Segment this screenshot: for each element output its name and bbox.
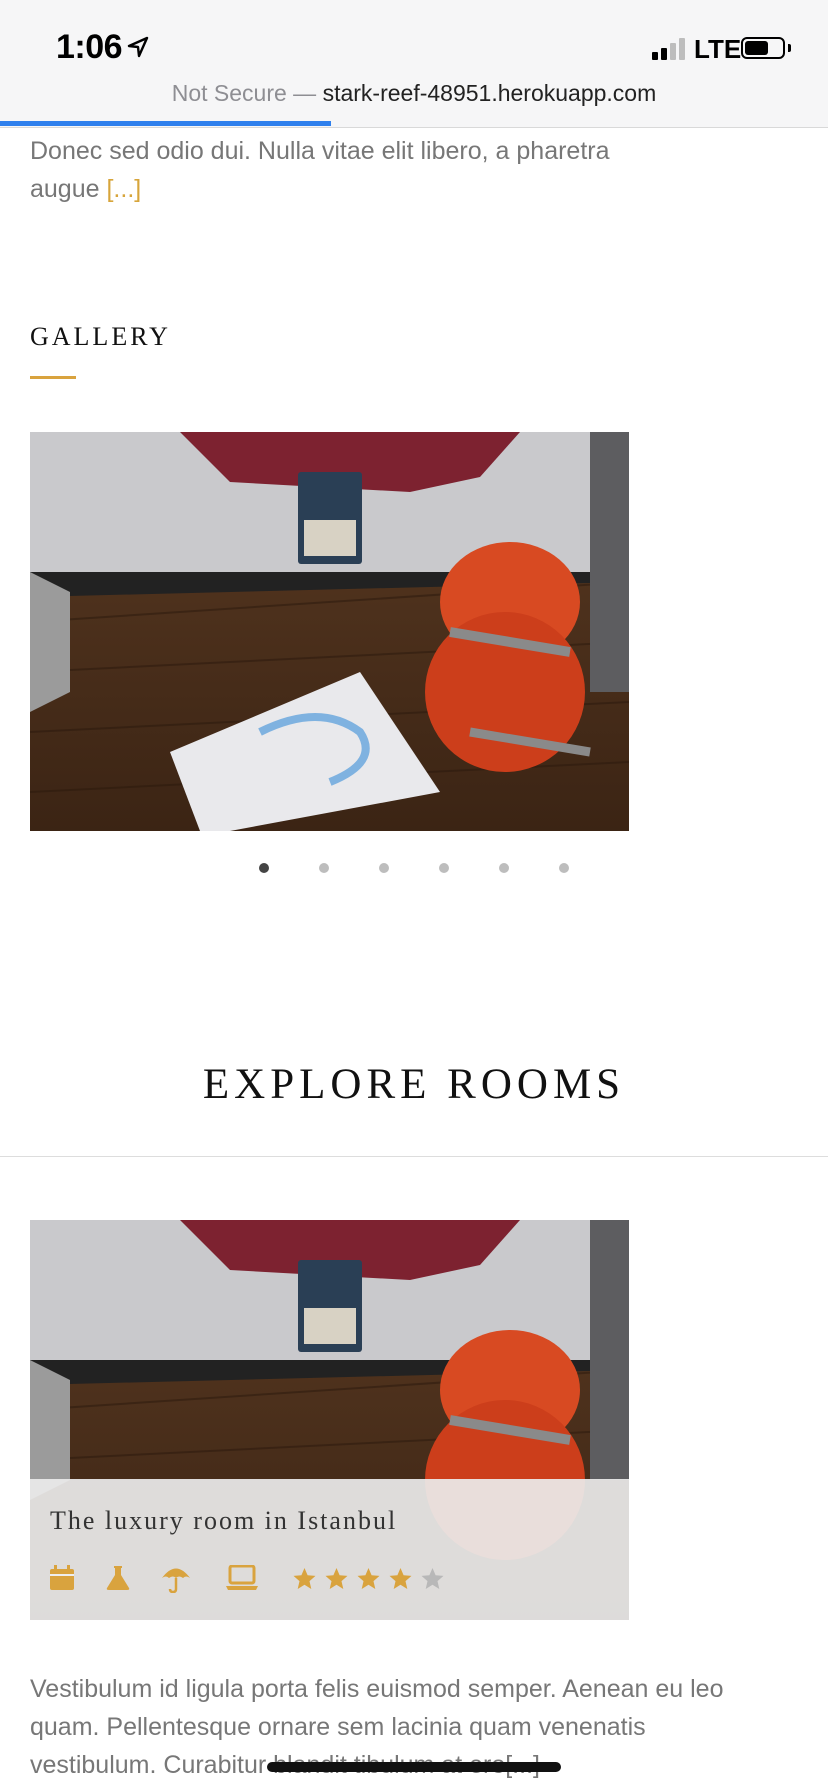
network-label: LTE [694,34,742,64]
laptop-icon [226,1565,258,1590]
gallery-dot-3[interactable] [379,863,389,873]
url-bar[interactable]: Not Secure — stark-reef-48951.herokuapp.… [0,80,828,107]
room-card-caption[interactable]: The luxury room in Istanbul [30,1479,629,1620]
section-divider [0,1156,828,1157]
star-icon [293,1568,316,1589]
security-label: Not Secure — [171,80,317,106]
battery-nub [788,44,791,52]
star-icon [421,1568,444,1589]
star-icon [325,1568,348,1589]
star-icon [357,1568,380,1589]
status-time: 1:06 [56,28,123,66]
gallery-dot-6[interactable] [559,863,569,873]
gallery-dot-2[interactable] [319,863,329,873]
signal-icon [652,38,685,60]
flask-icon [106,1566,130,1590]
gallery-dot-4[interactable] [439,863,449,873]
browser-header: 1:06 LTE Not Secure — stark-reef-48951.h… [0,0,828,128]
room-rating [292,1567,445,1591]
umbrella-icon [162,1568,190,1593]
heading-underline [30,376,76,379]
page-load-progress [0,121,331,126]
gallery-slide-image[interactable] [30,432,629,831]
gallery-pagination [0,863,828,875]
battery-icon [741,37,785,59]
gallery-dot-5[interactable] [499,863,509,873]
calendar-icon [50,1565,74,1590]
travel-photo [30,432,629,831]
explore-rooms-heading: EXPLORE ROOMS [202,1061,626,1108]
star-icon [389,1568,412,1589]
gallery-heading: GALLERY [30,322,171,351]
room-title[interactable]: The luxury room in Istanbul [50,1506,397,1536]
domain-label: stark-reef-48951.herokuapp.com [322,80,657,106]
battery-fill [745,41,768,55]
read-more-link[interactable]: [...] [106,175,141,203]
gallery-dot-1[interactable] [259,863,269,873]
home-indicator[interactable] [267,1762,561,1772]
location-arrow-icon [127,36,149,58]
intro-paragraph: Donec sed odio dui. Nulla vitae elit lib… [30,132,680,208]
